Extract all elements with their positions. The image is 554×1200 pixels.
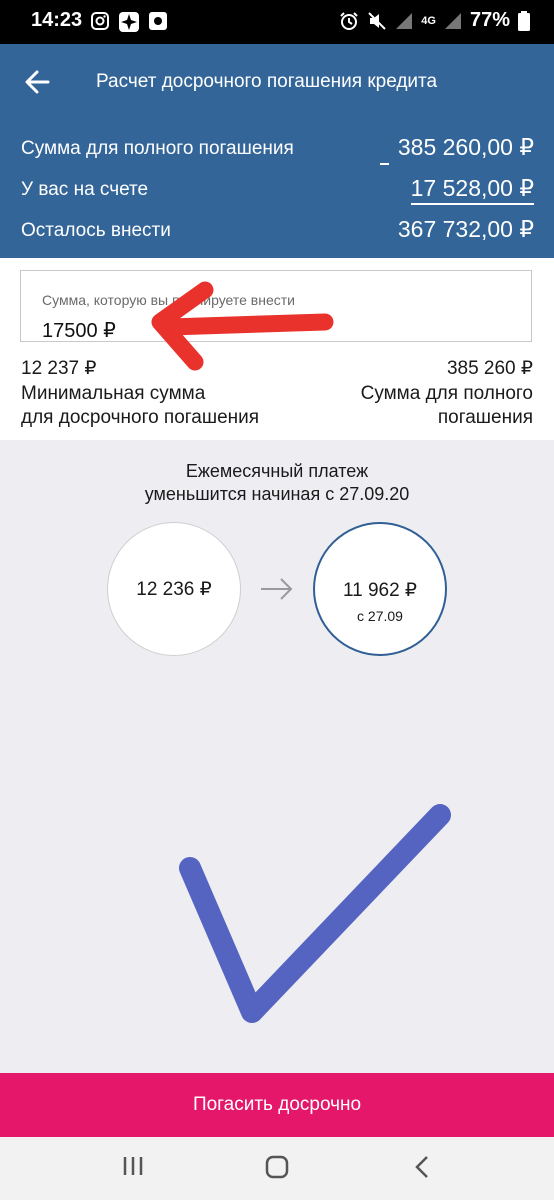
- recent-apps-icon[interactable]: [120, 1155, 146, 1177]
- new-payment-amount: 11 962 ₽: [342, 580, 418, 601]
- max-amount-value: 385 260 ₽: [446, 358, 533, 379]
- amount-input[interactable]: Сумма, которую вы планируете внести 1750…: [20, 270, 532, 342]
- new-payment-date: с 27.09: [357, 608, 403, 624]
- old-payment-circle: 12 236 ₽: [107, 522, 241, 656]
- square-app-icon: [149, 12, 167, 30]
- battery-icon: [518, 10, 530, 31]
- back-arrow-icon: [25, 70, 50, 94]
- max-amount-label-line2: погашения: [437, 407, 533, 428]
- remaining-label: Осталось внести: [21, 220, 171, 241]
- account-balance-label: У вас на счете: [21, 179, 149, 200]
- signal-4g-icon: [444, 12, 461, 29]
- remaining-row: Осталось внести 367 732,00 ₽: [21, 216, 534, 246]
- minus-sign: [380, 163, 389, 165]
- amount-input-value[interactable]: 17500 ₽: [42, 318, 116, 343]
- system-nav-bar: [0, 1137, 554, 1200]
- status-time: 14:23: [31, 9, 83, 31]
- min-amount-label-line1: Минимальная сумма: [21, 383, 206, 404]
- monthly-payment-title: Ежемесячный платеж уменьшится начиная с …: [0, 460, 554, 506]
- amount-input-label: Сумма, которую вы планируете внести: [42, 292, 295, 308]
- mute-icon: [368, 11, 386, 30]
- status-right: 4G 77%: [339, 9, 530, 32]
- back-button[interactable]: [20, 66, 56, 98]
- min-amount-label: Минимальная сумма для досрочного погашен…: [21, 382, 259, 430]
- header: Расчет досрочного погашения кредита Сумм…: [0, 44, 554, 258]
- max-amount-label-line1: Сумма для полного: [360, 383, 533, 404]
- min-amount-value: 12 237 ₽: [21, 358, 97, 379]
- pay-early-button[interactable]: Погасить досрочно: [0, 1073, 554, 1137]
- new-payment-circle: 11 962 ₽ с 27.09: [313, 522, 447, 656]
- max-amount-label: Сумма для полного погашения: [361, 382, 533, 430]
- full-payoff-value: 385 260,00 ₽: [397, 134, 534, 160]
- min-amount-label-line2: для досрочного погашения: [21, 407, 260, 428]
- full-payoff-row: Сумма для полного погашения 385 260,00 ₽: [21, 134, 534, 164]
- amount-section: Сумма, которую вы планируете внести 1750…: [0, 258, 554, 440]
- monthly-payment-title-line1: Ежемесячный платеж: [185, 461, 369, 481]
- back-nav-icon[interactable]: [412, 1155, 432, 1179]
- status-left-icons: [90, 11, 168, 33]
- remaining-value: 367 732,00 ₽: [397, 216, 534, 242]
- app-icon: [119, 12, 139, 32]
- alarm-icon: [340, 11, 358, 30]
- page-title: Расчет досрочного погашения кредита: [96, 71, 438, 92]
- full-payoff-label: Сумма для полного погашения: [21, 138, 294, 159]
- monthly-payment-title-line2: уменьшится начиная с 27.09.20: [144, 484, 410, 504]
- account-balance-row: У вас на счете 17 528,00 ₽: [21, 175, 534, 205]
- status-bar: 14:23 4G 77%: [0, 0, 554, 44]
- home-icon[interactable]: [265, 1155, 289, 1179]
- network-type: 4G: [421, 14, 436, 27]
- battery-level: 77%: [469, 9, 510, 31]
- old-payment-amount: 12 236 ₽: [136, 579, 212, 600]
- signal-icon: [396, 12, 413, 29]
- arrow-right-icon: [261, 578, 293, 600]
- instagram-icon: [91, 12, 109, 30]
- blue-checkmark-annotation: [179, 804, 451, 1023]
- account-balance-value: 17 528,00 ₽: [410, 175, 534, 205]
